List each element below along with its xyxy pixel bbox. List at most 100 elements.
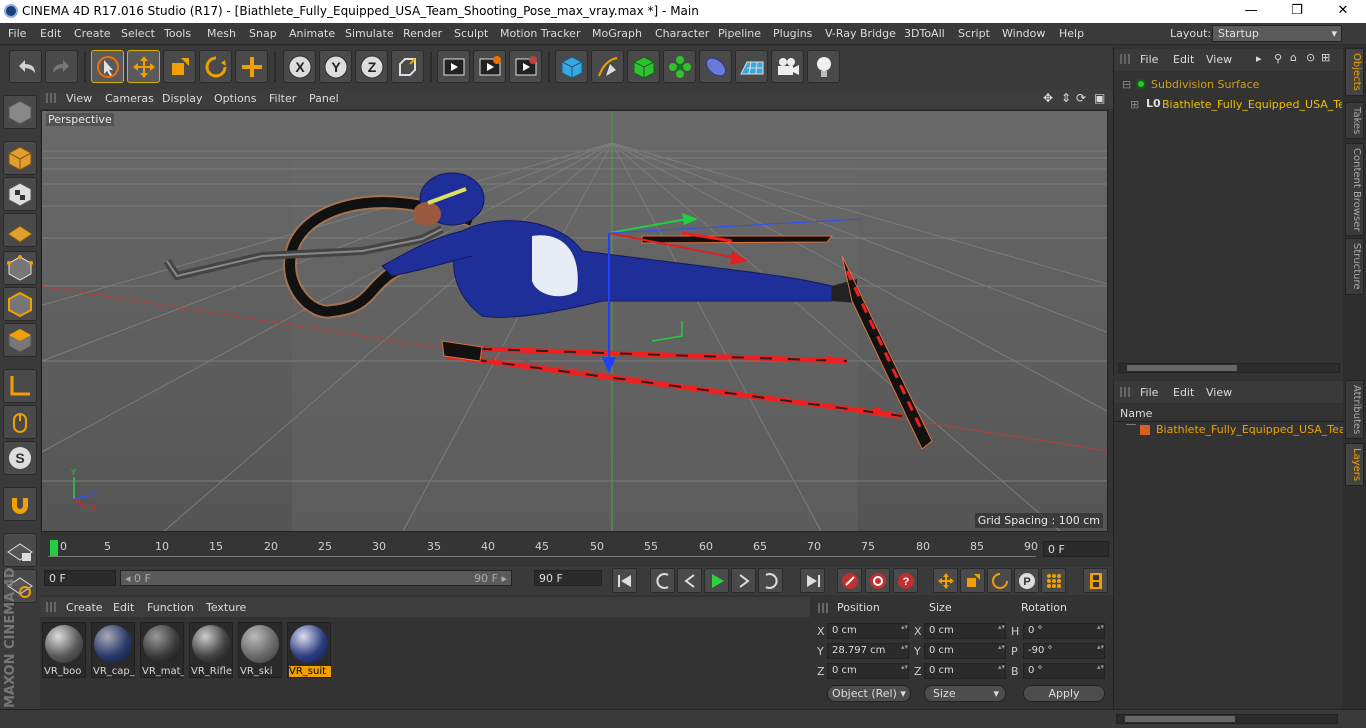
- position-x-field[interactable]: 0 cm: [827, 623, 909, 639]
- layer-menu-edit[interactable]: Edit: [1173, 386, 1194, 399]
- object-menu-file[interactable]: File: [1140, 53, 1158, 66]
- workplane-button[interactable]: [3, 213, 37, 247]
- key-rotation-button[interactable]: [987, 568, 1012, 593]
- tab-structure[interactable]: Structure: [1345, 238, 1364, 295]
- timeline-ruler[interactable]: 0 5 10 15 20 25 30 35 40 45 50 55 60 65 …: [48, 540, 1038, 562]
- floor-button[interactable]: [735, 50, 768, 83]
- key-scale-button[interactable]: [960, 568, 985, 593]
- autokey-button[interactable]: [865, 568, 890, 593]
- position-z-field[interactable]: 0 cm: [827, 663, 909, 679]
- goto-prev-key-button[interactable]: [650, 568, 675, 593]
- menu-select[interactable]: Select: [121, 27, 155, 40]
- menu-animate[interactable]: Animate: [289, 27, 335, 40]
- new-view-icon[interactable]: ⊞: [1321, 51, 1330, 64]
- snap-button[interactable]: S: [3, 441, 37, 475]
- play-button[interactable]: [704, 568, 729, 593]
- y-axis-lock-button[interactable]: Y: [319, 50, 352, 83]
- material-swatch[interactable]: VR_ski: [238, 622, 282, 678]
- magnet-button[interactable]: [3, 487, 37, 521]
- search-icon[interactable]: ⚲: [1274, 52, 1282, 65]
- edges-mode-button[interactable]: [3, 287, 37, 321]
- menu-vray-bridge[interactable]: V-Ray Bridge: [825, 27, 896, 40]
- key-parameter-button[interactable]: P: [1014, 568, 1039, 593]
- rotation-h-field[interactable]: 0 °: [1023, 623, 1105, 639]
- points-mode-button[interactable]: [3, 251, 37, 285]
- size-y-field[interactable]: 0 cm: [924, 643, 1006, 659]
- rotation-b-field[interactable]: 0 °: [1023, 663, 1105, 679]
- size-mode-dropdown[interactable]: Size ▾: [924, 685, 1006, 702]
- size-x-field[interactable]: 0 cm: [924, 623, 1006, 639]
- make-editable-button[interactable]: [3, 95, 37, 129]
- tree-item-biathlete[interactable]: ⊞ L0 Biathlete_Fully_Equipped_USA_Team: [1118, 96, 1342, 114]
- name-column-header[interactable]: Name: [1120, 407, 1152, 420]
- timeline-window-button[interactable]: [1083, 568, 1108, 593]
- layer-horizontal-scrollbar[interactable]: [1116, 714, 1338, 724]
- tree-item-subdivision-surface[interactable]: ⊟ Subdivision Surface: [1118, 76, 1342, 94]
- material-swatch[interactable]: VR_cap_: [91, 622, 135, 678]
- render-settings-button[interactable]: [509, 50, 542, 83]
- material-swatch[interactable]: VR_boo: [42, 622, 86, 678]
- pen-button[interactable]: [591, 50, 624, 83]
- viewport-toggle-icon[interactable]: ▣: [1094, 91, 1105, 105]
- material-swatch[interactable]: VR_Rifle: [189, 622, 233, 678]
- keyframe-selection-button[interactable]: ?: [893, 568, 918, 593]
- size-z-field[interactable]: 0 cm: [924, 663, 1006, 679]
- menu-character[interactable]: Character: [655, 27, 709, 40]
- viewport-menu-view[interactable]: View: [66, 92, 92, 105]
- collapse-icon[interactable]: ⊟: [1122, 78, 1131, 91]
- apply-button[interactable]: Apply: [1023, 685, 1105, 702]
- tweak-mode-button[interactable]: [3, 405, 37, 439]
- viewport-move-icon[interactable]: ✥: [1043, 91, 1053, 105]
- key-pla-button[interactable]: [1041, 568, 1066, 593]
- viewport-menu-options[interactable]: Options: [214, 92, 256, 105]
- viewport-zoom-icon[interactable]: ⇕: [1061, 91, 1071, 105]
- min-frame-field[interactable]: 0 F: [44, 570, 116, 586]
- render-view-button[interactable]: [437, 50, 470, 83]
- tab-attributes[interactable]: Attributes: [1345, 380, 1364, 440]
- menu-motion-tracker[interactable]: Motion Tracker: [500, 27, 580, 40]
- expand-icon[interactable]: ⊞: [1130, 98, 1139, 111]
- viewport-rotate-icon[interactable]: ⟳: [1076, 91, 1086, 105]
- scrollbar-thumb[interactable]: [1125, 716, 1235, 722]
- polygons-mode-button[interactable]: [3, 323, 37, 357]
- texture-mode-button[interactable]: [3, 177, 37, 211]
- goto-next-key-button[interactable]: [758, 568, 783, 593]
- rotation-p-field[interactable]: -90 °: [1023, 643, 1105, 659]
- close-button[interactable]: ✕: [1320, 0, 1366, 23]
- menu-edit[interactable]: Edit: [40, 27, 61, 40]
- scrollbar-thumb[interactable]: [1127, 365, 1237, 371]
- current-frame-field[interactable]: 0 F: [1043, 541, 1109, 557]
- enable-axis-lock-button[interactable]: [3, 533, 37, 567]
- record-button[interactable]: [837, 568, 862, 593]
- viewport-menu-panel[interactable]: Panel: [309, 92, 339, 105]
- menu-mograph[interactable]: MoGraph: [592, 27, 642, 40]
- menu-create[interactable]: Create: [74, 27, 111, 40]
- menu-render[interactable]: Render: [403, 27, 442, 40]
- deformer-button[interactable]: [699, 50, 732, 83]
- menu-mesh[interactable]: Mesh: [207, 27, 236, 40]
- layer-menu-file[interactable]: File: [1140, 386, 1158, 399]
- menu-pipeline[interactable]: Pipeline: [718, 27, 761, 40]
- menu-snap[interactable]: Snap: [249, 27, 277, 40]
- tab-objects[interactable]: Objects: [1345, 48, 1364, 96]
- material-menu-edit[interactable]: Edit: [113, 601, 134, 614]
- material-menu-function[interactable]: Function: [147, 601, 194, 614]
- layer-menu-view[interactable]: View: [1206, 386, 1232, 399]
- filter-icon[interactable]: ⊙: [1306, 51, 1315, 64]
- menu-3dtoall[interactable]: 3DToAll: [904, 27, 945, 40]
- rotate-tool-button[interactable]: [199, 50, 232, 83]
- playhead-marker[interactable]: [50, 540, 58, 556]
- viewport-menu-display[interactable]: Display: [162, 92, 203, 105]
- home-icon[interactable]: ⌂: [1290, 51, 1297, 64]
- goto-end-button[interactable]: [800, 568, 825, 593]
- subdivision-surface-button[interactable]: [627, 50, 660, 83]
- z-axis-lock-button[interactable]: Z: [355, 50, 388, 83]
- add-tool-button[interactable]: [235, 50, 268, 83]
- move-tool-button[interactable]: [127, 50, 160, 83]
- x-axis-lock-button[interactable]: X: [283, 50, 316, 83]
- material-swatch[interactable]: VR_mat_: [140, 622, 184, 678]
- material-swatch[interactable]: VR_suit: [287, 622, 331, 678]
- model-mode-button[interactable]: [3, 141, 37, 175]
- menu-script[interactable]: Script: [958, 27, 990, 40]
- goto-start-button[interactable]: [612, 568, 637, 593]
